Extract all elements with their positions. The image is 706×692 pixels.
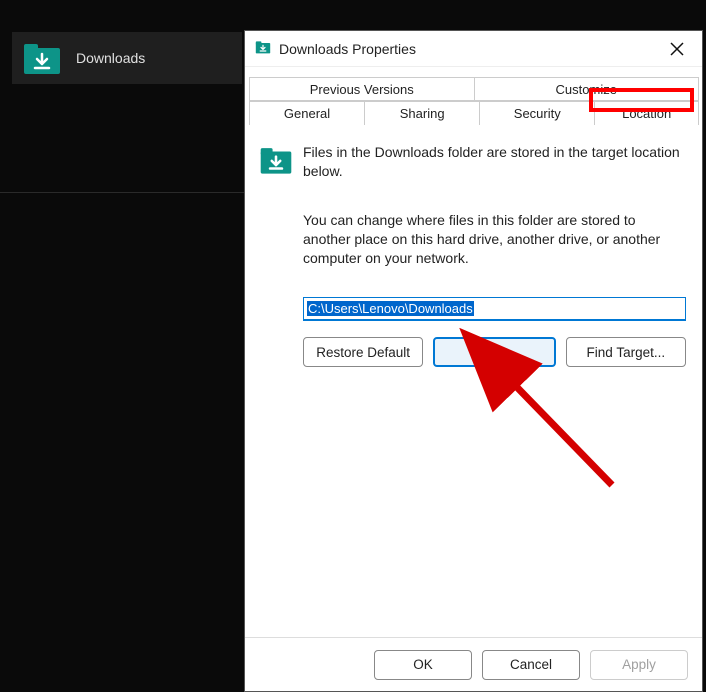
path-input-value: C:\Users\Lenovo\Downloads (307, 301, 474, 316)
find-target-button[interactable]: Find Target... (566, 337, 686, 367)
dialog-title: Downloads Properties (279, 41, 654, 57)
tab-location[interactable]: Location (594, 101, 699, 125)
tabs-container: Previous Versions Customize General Shar… (245, 67, 702, 125)
tab-customize[interactable]: Customize (474, 77, 700, 101)
restore-default-button[interactable]: Restore Default (303, 337, 423, 367)
explorer-item-label: Downloads (76, 50, 145, 66)
location-tab-content: Files in the Downloads folder are stored… (245, 125, 702, 637)
tabs-row-back: Previous Versions Customize (249, 77, 698, 101)
dialog-titlebar: Downloads Properties (245, 31, 702, 67)
tab-general[interactable]: General (249, 101, 365, 125)
tab-sharing[interactable]: Sharing (364, 101, 480, 125)
cancel-button[interactable]: Cancel (482, 650, 580, 680)
close-icon (670, 42, 684, 56)
intro-text: Files in the Downloads folder are stored… (303, 143, 688, 181)
tabs-row-front: General Sharing Security Location (249, 101, 698, 125)
apply-button: Apply (590, 650, 688, 680)
downloads-folder-icon (22, 38, 62, 78)
downloads-folder-icon-medium (259, 143, 293, 181)
dialog-bottom-bar: OK Cancel Apply (245, 637, 702, 691)
action-button-row: Restore Default Move... Find Target... (303, 337, 686, 367)
change-text: You can change where files in this folde… (303, 211, 688, 268)
downloads-folder-icon-small (255, 39, 271, 58)
explorer-divider (0, 192, 244, 193)
move-button[interactable]: Move... (433, 337, 555, 367)
tab-previous-versions[interactable]: Previous Versions (249, 77, 475, 101)
path-input[interactable]: C:\Users\Lenovo\Downloads (303, 297, 686, 321)
close-button[interactable] (662, 34, 692, 64)
ok-button[interactable]: OK (374, 650, 472, 680)
tab-security[interactable]: Security (479, 101, 595, 125)
explorer-downloads-item[interactable]: Downloads (12, 32, 242, 84)
properties-dialog: Downloads Properties Previous Versions C… (244, 30, 703, 692)
